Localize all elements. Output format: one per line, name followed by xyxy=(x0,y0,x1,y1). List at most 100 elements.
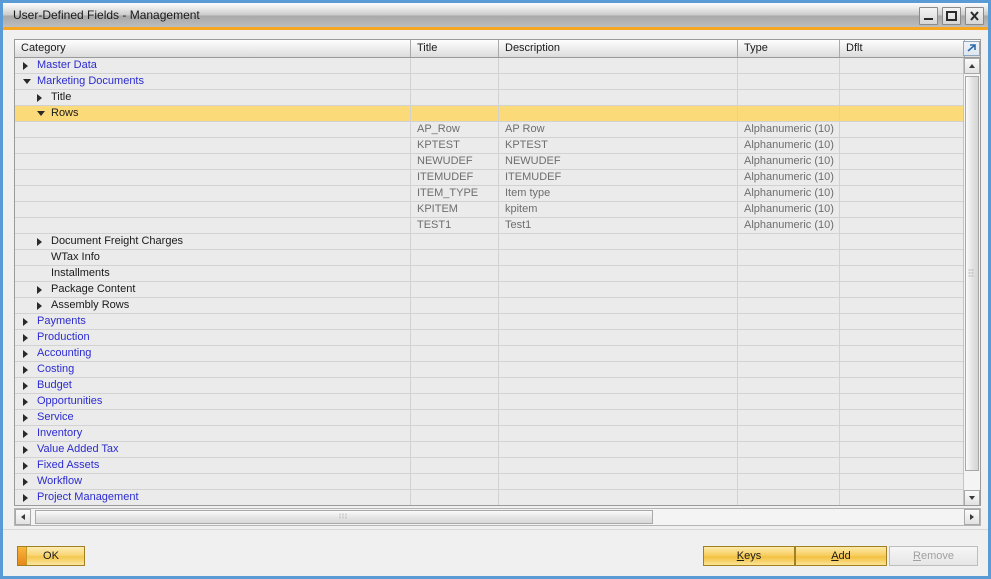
expand-arrow-icon xyxy=(967,44,976,52)
tree-node-label[interactable]: Opportunities xyxy=(37,394,102,409)
column-header-description[interactable]: Description xyxy=(499,40,738,57)
close-button[interactable] xyxy=(965,7,984,25)
expand-arrow-icon[interactable] xyxy=(23,318,28,326)
collapse-arrow-icon[interactable] xyxy=(37,111,45,116)
expand-arrow-icon[interactable] xyxy=(23,398,28,406)
grid-body[interactable]: Master Data Marketing Documents Title Rows A… xyxy=(15,58,965,505)
table-row[interactable]: ITEMUDEF ITEMUDEF Alphanumeric (10) xyxy=(15,170,965,186)
table-row[interactable]: Production xyxy=(15,330,965,346)
tree-node-label[interactable]: Budget xyxy=(37,378,72,393)
tree-node-label[interactable]: Master Data xyxy=(37,58,97,73)
tree-node-label[interactable]: Rows xyxy=(51,106,79,121)
table-row[interactable]: Project Management xyxy=(15,490,965,505)
table-row[interactable]: Accounting xyxy=(15,346,965,362)
table-row[interactable]: Service xyxy=(15,410,965,426)
tree-node-label[interactable]: WTax Info xyxy=(51,250,100,265)
column-header-type[interactable]: Type xyxy=(738,40,840,57)
ok-button-label: OK xyxy=(43,550,59,562)
table-row[interactable]: Master Data xyxy=(15,58,965,74)
table-row[interactable]: Value Added Tax xyxy=(15,442,965,458)
table-row[interactable]: ITEM_TYPE Item type Alphanumeric (10) xyxy=(15,186,965,202)
minimize-button[interactable] xyxy=(919,7,938,25)
table-row[interactable]: AP_Row AP Row Alphanumeric (10) xyxy=(15,122,965,138)
expand-arrow-icon[interactable] xyxy=(23,414,28,422)
cell-category xyxy=(15,186,411,201)
tree-node-label[interactable]: Workflow xyxy=(37,474,82,489)
table-row[interactable]: Installments xyxy=(15,266,965,282)
cell-dflt xyxy=(840,458,965,473)
expand-arrow-icon[interactable] xyxy=(23,430,28,438)
table-row[interactable]: Document Freight Charges xyxy=(15,234,965,250)
expand-arrow-icon[interactable] xyxy=(23,494,28,502)
tree-node-label[interactable]: Service xyxy=(37,410,74,425)
cell-description xyxy=(499,106,738,121)
expand-arrow-icon[interactable] xyxy=(23,350,28,358)
tree-node-label[interactable]: Inventory xyxy=(37,426,82,441)
expand-arrow-icon[interactable] xyxy=(23,462,28,470)
table-row[interactable]: Fixed Assets xyxy=(15,458,965,474)
tree-node-label[interactable]: Assembly Rows xyxy=(51,298,129,313)
cell-category: Title xyxy=(15,90,411,105)
column-header-title[interactable]: Title xyxy=(411,40,499,57)
table-row[interactable]: Budget xyxy=(15,378,965,394)
table-row[interactable]: Rows xyxy=(15,106,965,122)
expand-arrow-icon[interactable] xyxy=(23,366,28,374)
tree-node-label[interactable]: Package Content xyxy=(51,282,135,297)
scroll-left-button[interactable] xyxy=(15,509,31,525)
expand-arrow-icon[interactable] xyxy=(23,62,28,70)
expand-arrow-icon[interactable] xyxy=(37,94,42,102)
expand-arrow-icon[interactable] xyxy=(23,334,28,342)
keys-button[interactable]: Keys xyxy=(703,546,795,566)
vertical-scrollbar-thumb[interactable] xyxy=(965,76,979,471)
tree-node-label[interactable]: Fixed Assets xyxy=(37,458,99,473)
tree-node-label[interactable]: Document Freight Charges xyxy=(51,234,183,249)
tree-node-label[interactable]: Costing xyxy=(37,362,74,377)
tree-node-label[interactable]: Payments xyxy=(37,314,86,329)
tree-node-label[interactable]: Marketing Documents xyxy=(37,74,144,89)
table-row[interactable]: Costing xyxy=(15,362,965,378)
table-row[interactable]: TEST1 Test1 Alphanumeric (10) xyxy=(15,218,965,234)
expand-arrow-icon[interactable] xyxy=(37,302,42,310)
horizontal-scrollbar[interactable] xyxy=(14,508,981,526)
title-bar[interactable]: User-Defined Fields - Management xyxy=(3,3,988,30)
expand-arrow-icon[interactable] xyxy=(23,382,28,390)
tree-node-label[interactable]: Value Added Tax xyxy=(37,442,119,457)
expand-arrow-icon[interactable] xyxy=(37,286,42,294)
column-header-dflt[interactable]: Dflt xyxy=(840,40,965,57)
scroll-up-button[interactable] xyxy=(964,58,980,74)
cell-category: Workflow xyxy=(15,474,411,489)
table-row[interactable]: Marketing Documents xyxy=(15,74,965,90)
tree-node-label[interactable]: Title xyxy=(51,90,71,105)
cell-type xyxy=(738,490,840,505)
scroll-down-button[interactable] xyxy=(964,490,980,505)
expand-arrow-icon[interactable] xyxy=(37,238,42,246)
maximize-button[interactable] xyxy=(942,7,961,25)
table-row[interactable]: WTax Info xyxy=(15,250,965,266)
expand-arrow-icon[interactable] xyxy=(23,478,28,486)
tree-node-label[interactable]: Production xyxy=(37,330,90,345)
ok-button[interactable]: OK xyxy=(17,546,85,566)
table-row[interactable]: NEWUDEF NEWUDEF Alphanumeric (10) xyxy=(15,154,965,170)
add-button[interactable]: Add xyxy=(795,546,887,566)
table-row[interactable]: Workflow xyxy=(15,474,965,490)
table-row[interactable]: Inventory xyxy=(15,426,965,442)
tree-node-label[interactable]: Project Management xyxy=(37,490,139,505)
expand-grid-button[interactable] xyxy=(963,41,980,56)
table-row[interactable]: Opportunities xyxy=(15,394,965,410)
cell-type: Alphanumeric (10) xyxy=(738,170,840,185)
collapse-arrow-icon[interactable] xyxy=(23,79,31,84)
vertical-scrollbar[interactable] xyxy=(963,58,980,505)
tree-node-label[interactable]: Installments xyxy=(51,266,110,281)
table-row[interactable]: Package Content xyxy=(15,282,965,298)
horizontal-scrollbar-thumb[interactable] xyxy=(35,510,653,524)
cell-description: ITEMUDEF xyxy=(499,170,738,185)
table-row[interactable]: KPITEM kpitem Alphanumeric (10) xyxy=(15,202,965,218)
scroll-right-button[interactable] xyxy=(964,509,980,525)
column-header-category[interactable]: Category xyxy=(15,40,411,57)
table-row[interactable]: KPTEST KPTEST Alphanumeric (10) xyxy=(15,138,965,154)
expand-arrow-icon[interactable] xyxy=(23,446,28,454)
tree-node-label[interactable]: Accounting xyxy=(37,346,91,361)
table-row[interactable]: Payments xyxy=(15,314,965,330)
table-row[interactable]: Title xyxy=(15,90,965,106)
table-row[interactable]: Assembly Rows xyxy=(15,298,965,314)
